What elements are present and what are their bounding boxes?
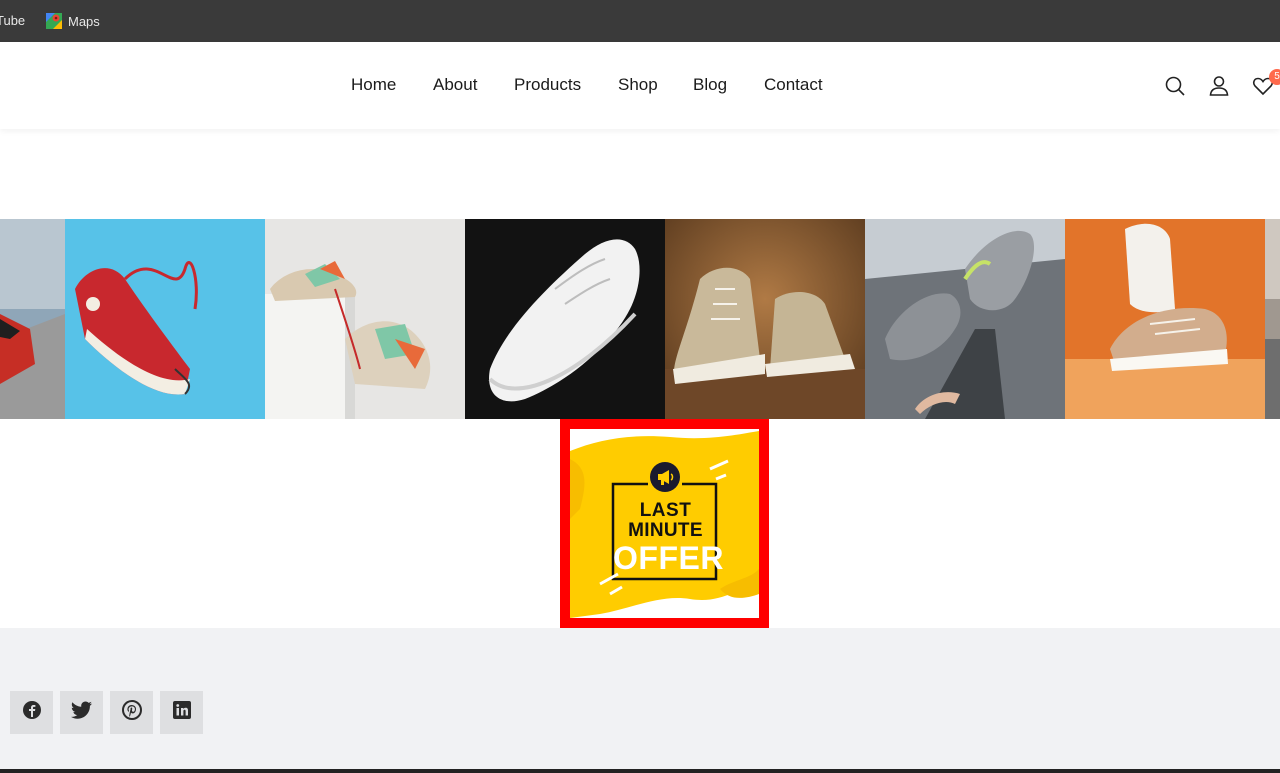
gallery-image-colorful-sneakers[interactable] [265,219,465,419]
search-icon[interactable] [1163,74,1187,98]
wishlist-count-badge: 5 [1269,69,1280,85]
twitter-link[interactable] [60,691,103,734]
twitter-icon [70,701,93,724]
nav-blog[interactable]: Blog [693,75,727,95]
facebook-link[interactable] [10,691,53,734]
gallery-image-red-sneaker[interactable] [65,219,265,419]
offer-text: LAST MINUTE OFFER [613,500,724,576]
linkedin-link[interactable] [160,691,203,734]
gallery-image-skateboard[interactable] [0,219,65,419]
bookmark-youtube[interactable]: Tube [0,13,25,28]
nav-home[interactable]: Home [351,75,396,95]
offer-line-offer: OFFER [613,540,724,576]
megaphone-icon [649,461,681,493]
bookmarks-bar: Tube Maps [0,0,1280,42]
pinterest-link[interactable] [110,691,153,734]
pinterest-icon [121,700,142,725]
last-minute-offer-banner[interactable]: LAST MINUTE OFFER [560,419,769,628]
product-gallery [0,219,1280,419]
site-footer [0,628,1280,773]
offer-line-minute: MINUTE [628,520,703,541]
nav-about[interactable]: About [433,75,477,95]
gallery-image-beige-high-tops[interactable] [665,219,865,419]
bookmark-maps[interactable]: Maps [46,13,100,29]
google-maps-icon [46,13,62,29]
gallery-image-grey-knit-sneakers[interactable] [865,219,1065,419]
main-nav: Home About Products Shop Blog Contact [0,75,1280,97]
bookmark-label: Maps [68,13,100,29]
gallery-image-beige-sneaker-orange[interactable] [1065,219,1265,419]
offer-line-last: LAST [639,500,692,521]
footer-bottom-bar [0,769,1280,773]
user-icon[interactable] [1207,74,1231,98]
nav-products[interactable]: Products [514,75,581,95]
gallery-image-white-sneaker[interactable] [465,219,665,419]
nav-shop[interactable]: Shop [618,75,658,95]
site-header: Home About Products Shop Blog Contact 5 [0,42,1280,129]
bookmark-label: Tube [0,13,26,28]
linkedin-icon [172,700,192,725]
gallery-image-partial[interactable] [1265,219,1280,419]
nav-contact[interactable]: Contact [764,75,823,95]
facebook-icon [22,700,42,725]
